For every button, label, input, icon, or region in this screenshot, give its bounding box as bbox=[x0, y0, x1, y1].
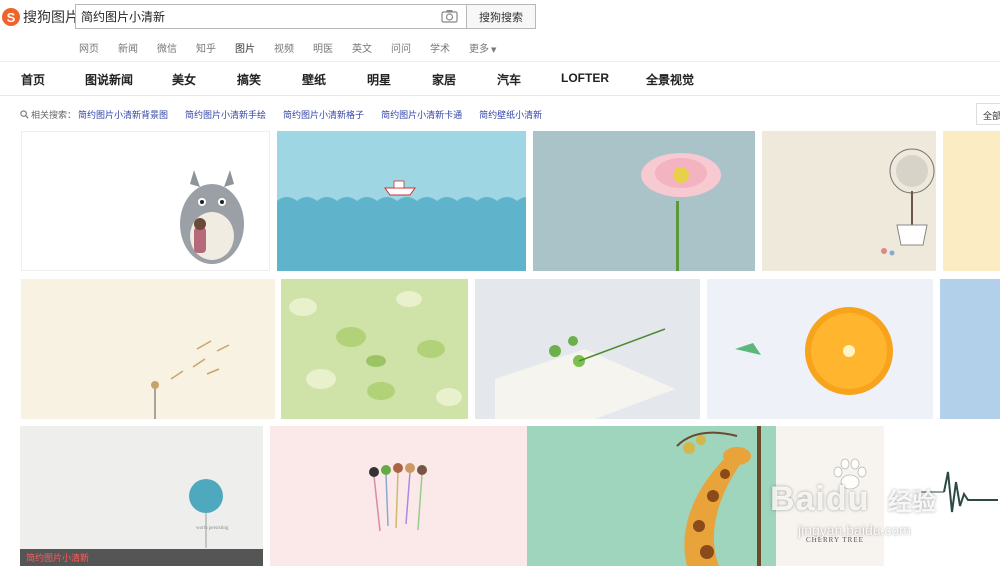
caption-bar[interactable]: 简约图片小清新 bbox=[20, 549, 263, 566]
cat-cars[interactable]: 汽车 bbox=[497, 71, 521, 88]
chevron-down-icon: ▼ bbox=[491, 46, 497, 54]
tab-english[interactable]: 英文 bbox=[352, 40, 372, 55]
image-boat-sea[interactable] bbox=[277, 131, 526, 271]
related-label: 相关搜索： bbox=[31, 110, 77, 121]
sogou-logo-icon: S bbox=[2, 8, 20, 26]
orange-photo bbox=[735, 307, 893, 395]
all-filter-button[interactable]: 全部 bbox=[976, 103, 1000, 125]
image-gerbera-flower[interactable] bbox=[533, 131, 755, 271]
related-link[interactable]: 简约图片小清新手绘 bbox=[185, 108, 266, 121]
watermark-product: 经验 bbox=[888, 488, 936, 516]
totoro-illustration bbox=[180, 170, 244, 264]
category-nav: 首页 图说新闻 美女 搞笑 壁纸 明星 家居 汽车 LOFTER 全景视觉 bbox=[0, 61, 1000, 96]
cat-photo-news[interactable]: 图说新闻 bbox=[85, 71, 133, 88]
related-searches: 相关搜索： 简约图片小清新背景图 简约图片小清新手绘 简约图片小清新格子 简约图… bbox=[20, 107, 559, 121]
image-totoro[interactable] bbox=[21, 131, 270, 271]
watermark-brand: Baidu bbox=[770, 480, 870, 518]
image-balloon[interactable]: worth persisting bbox=[20, 426, 263, 566]
tab-more-label: 更多 bbox=[469, 44, 489, 55]
cat-celebrity[interactable]: 明星 bbox=[367, 71, 391, 88]
cat-lofter[interactable]: LOFTER bbox=[561, 71, 609, 85]
giraffe-illustration bbox=[676, 426, 761, 566]
baidu-jingyan-watermark: Baidu 经验 jingyan.baidu.com bbox=[770, 458, 950, 548]
camera-icon[interactable] bbox=[441, 9, 458, 23]
boat-illustration bbox=[277, 131, 526, 271]
related-link[interactable]: 简约图片小清新卡通 bbox=[381, 108, 462, 121]
tab-web[interactable]: 网页 bbox=[79, 40, 99, 55]
tree-illustration bbox=[881, 148, 935, 256]
search-icon bbox=[20, 109, 29, 119]
image-tree-pot[interactable] bbox=[762, 131, 936, 271]
image-book-flowers[interactable] bbox=[475, 279, 700, 419]
cat-home-decor[interactable]: 家居 bbox=[432, 71, 456, 88]
tab-scholar[interactable]: 学术 bbox=[430, 40, 450, 55]
channel-tabs: 网页 新闻 微信 知乎 图片 视频 明医 英文 问问 学术 更多 ▼ bbox=[79, 40, 515, 55]
balloon-caption: worth persisting bbox=[196, 526, 229, 531]
related-link[interactable]: 简约图片小清新格子 bbox=[283, 108, 364, 121]
tab-video[interactable]: 视频 bbox=[274, 40, 294, 55]
tab-wenwen[interactable]: 问问 bbox=[391, 40, 411, 55]
cat-wallpaper[interactable]: 壁纸 bbox=[302, 71, 326, 88]
search-box bbox=[75, 4, 467, 29]
image-sky[interactable] bbox=[940, 279, 1000, 419]
logo-text: 搜狗图片 bbox=[23, 10, 79, 26]
cat-funny[interactable]: 搞笑 bbox=[237, 71, 261, 88]
flower-photo bbox=[533, 131, 755, 271]
sogou-logo[interactable]: S 搜狗图片 bbox=[2, 7, 79, 27]
tab-images[interactable]: 图片 bbox=[235, 40, 255, 55]
related-link[interactable]: 简约图片小清新背景图 bbox=[78, 108, 168, 121]
watermark-url: jingyan.baidu.com bbox=[798, 522, 911, 538]
image-leaves[interactable] bbox=[281, 279, 468, 419]
tab-news[interactable]: 新闻 bbox=[118, 40, 138, 55]
image-orange[interactable] bbox=[707, 279, 933, 419]
dandelion-illustration bbox=[151, 340, 230, 419]
balloon-illustration bbox=[189, 479, 223, 548]
tab-wechat[interactable]: 微信 bbox=[157, 40, 177, 55]
image-dandelion[interactable] bbox=[21, 279, 275, 419]
pencil-characters-illustration bbox=[369, 463, 427, 532]
image-pencils[interactable] bbox=[270, 426, 527, 566]
cat-panorama[interactable]: 全景视觉 bbox=[646, 71, 694, 88]
cat-home[interactable]: 首页 bbox=[21, 71, 45, 88]
image-giraffe[interactable] bbox=[527, 426, 776, 566]
tab-zhihu[interactable]: 知乎 bbox=[196, 40, 216, 55]
search-button[interactable]: 搜狗搜索 bbox=[466, 4, 536, 29]
leaves-pattern bbox=[289, 291, 462, 406]
cat-beauty[interactable]: 美女 bbox=[172, 71, 196, 88]
image-yellow[interactable] bbox=[943, 131, 1000, 271]
tab-more[interactable]: 更多 ▼ bbox=[469, 40, 497, 55]
header: S 搜狗图片 搜狗搜索 bbox=[0, 0, 1000, 34]
tab-medical[interactable]: 明医 bbox=[313, 40, 333, 55]
search-input[interactable] bbox=[76, 5, 436, 28]
book-photo bbox=[475, 279, 700, 419]
image-caption: 简约图片小清新 bbox=[26, 554, 90, 564]
related-link[interactable]: 简约壁纸小清新 bbox=[479, 108, 542, 121]
